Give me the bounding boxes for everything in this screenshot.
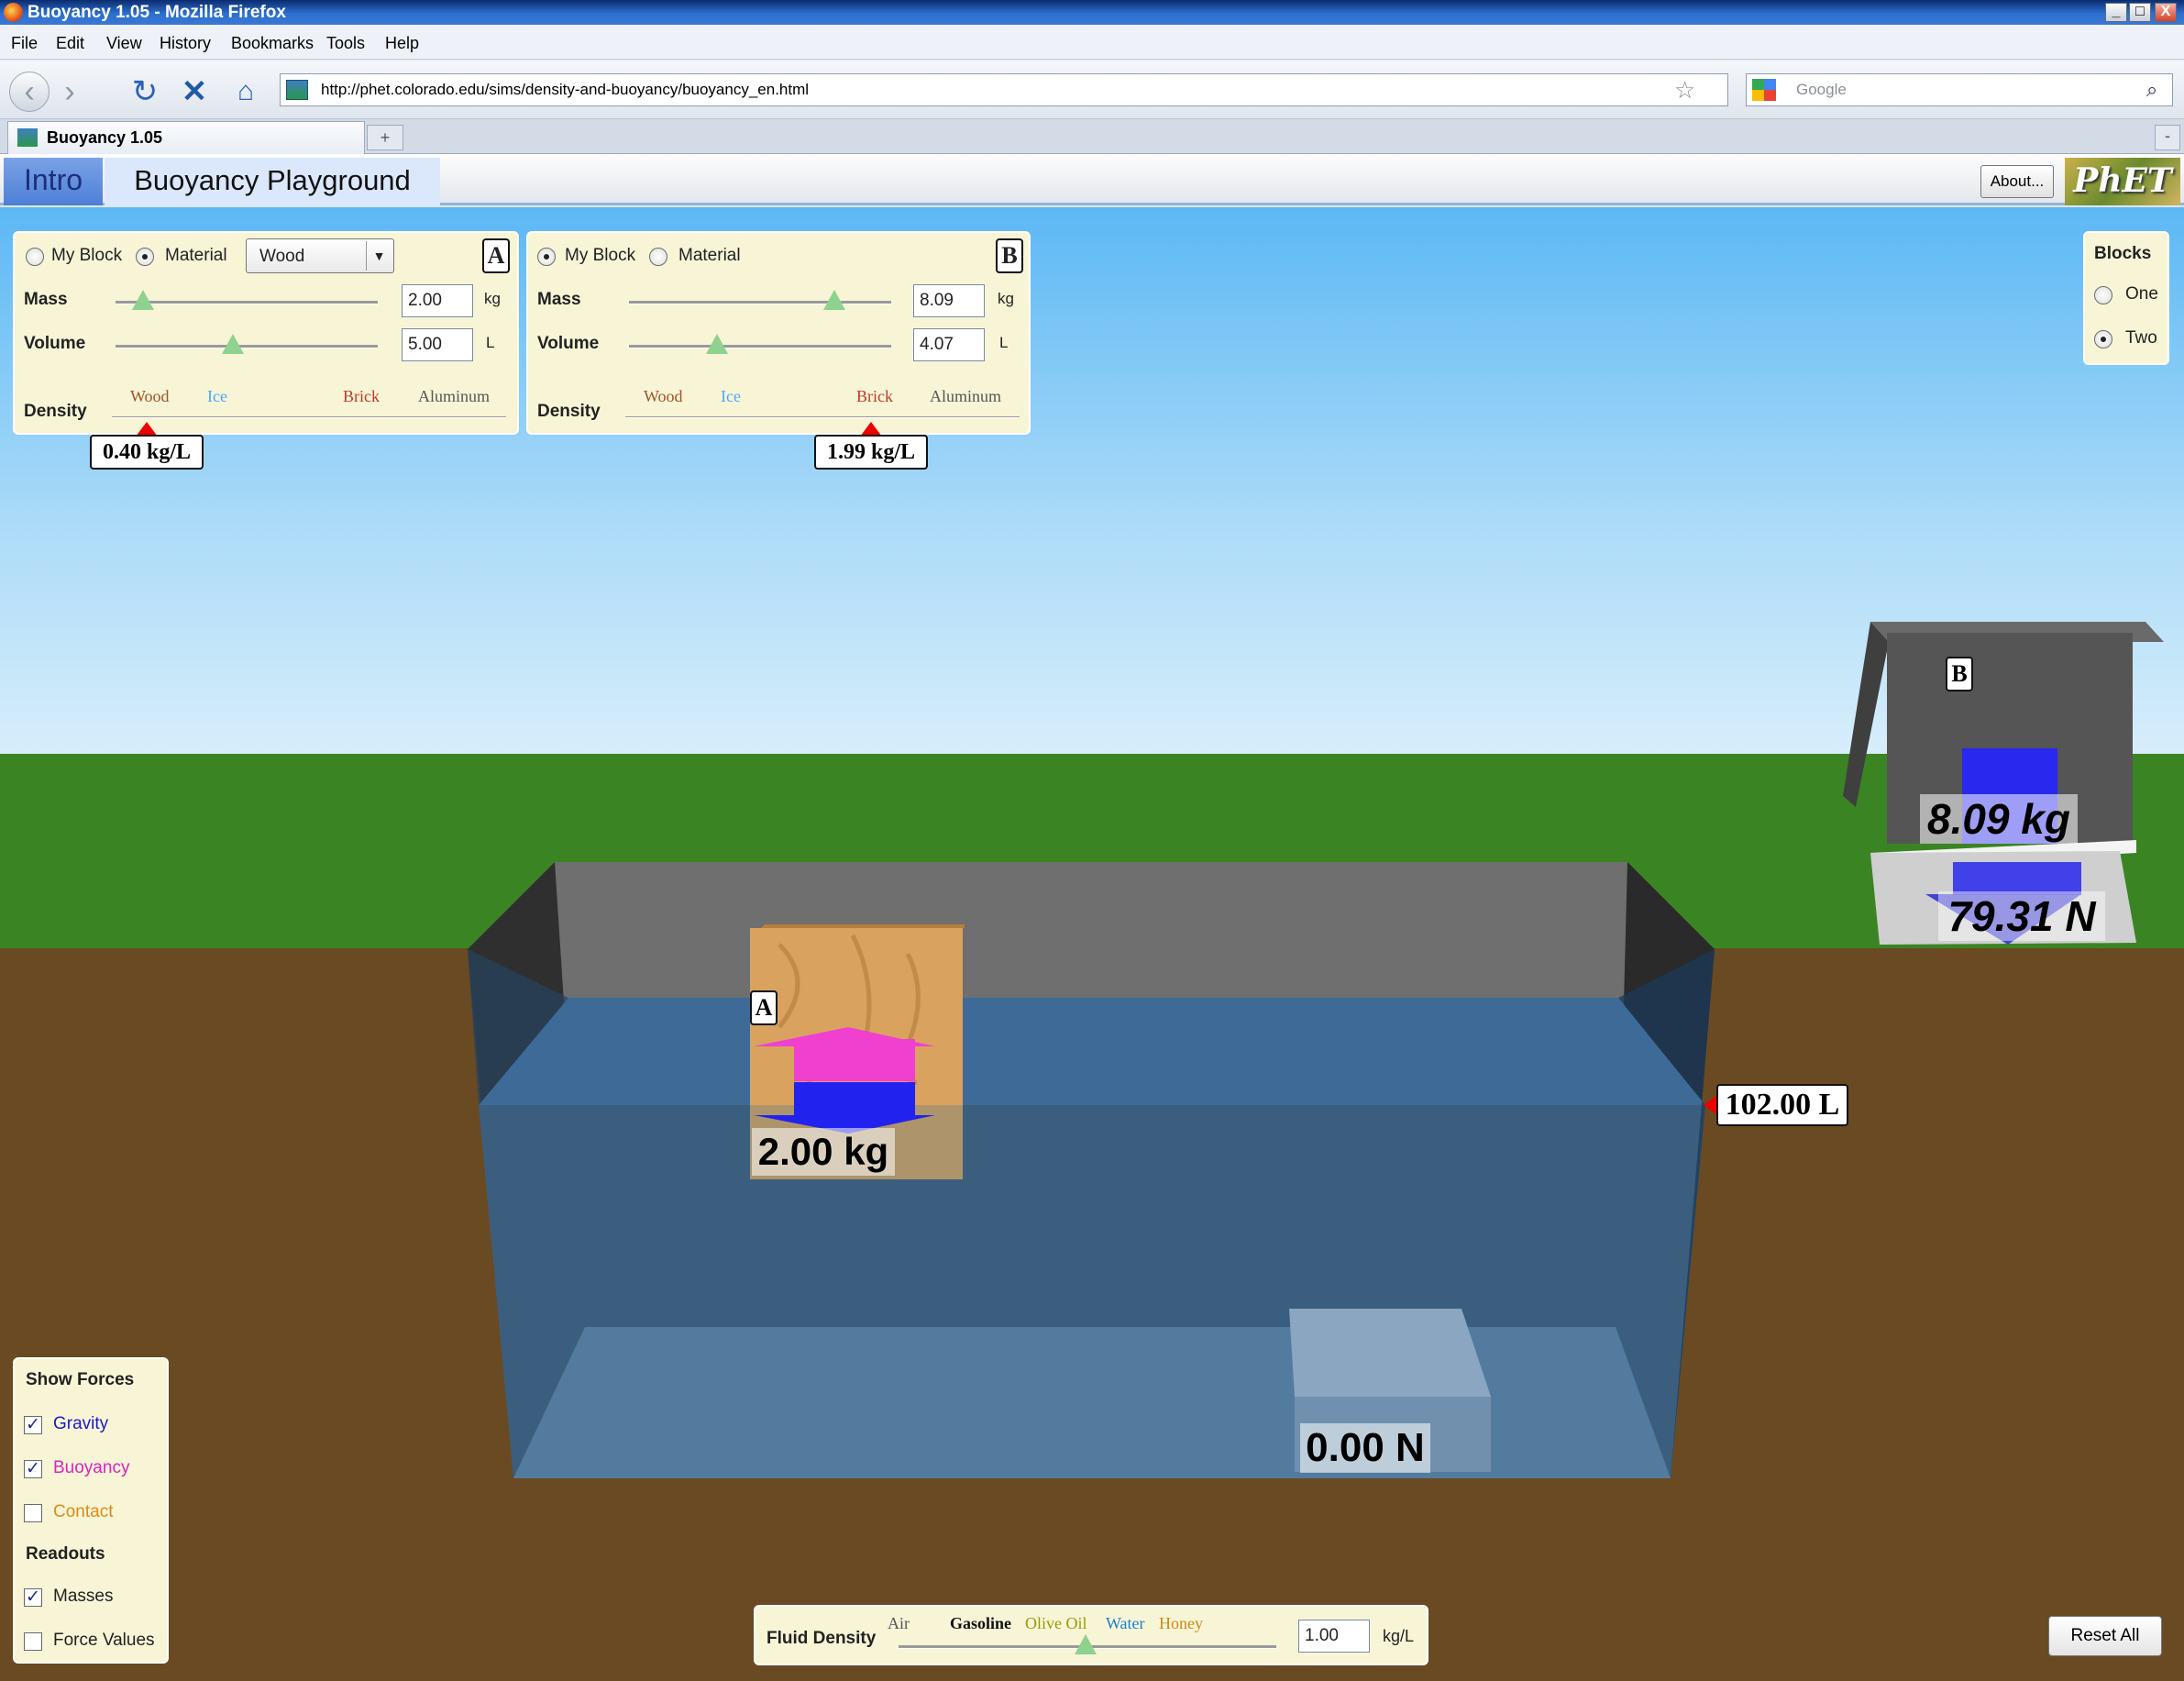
block-b-mass-readout: 8.09 kg (1920, 794, 2078, 844)
buoyancy-label: Buoyancy (53, 1458, 130, 1477)
fluid-mark-gasoline: Gasoline (950, 1614, 1012, 1632)
block-a-material-value: Wood (259, 247, 305, 266)
blocks-two-label: Two (2125, 328, 2157, 348)
blocks-one-label: One (2125, 284, 2158, 304)
chevron-down-icon: ▼ (366, 241, 392, 271)
block-a-volume-slider[interactable] (222, 334, 244, 354)
force-values-checkbox[interactable] (24, 1632, 42, 1651)
block-a-mass-unit: kg (484, 290, 501, 307)
block-a-volume-track (116, 345, 378, 348)
fluid-density-panel: Fluid Density Air Gasoline Olive Oil Wat… (754, 1605, 1428, 1665)
gravity-label: Gravity (53, 1414, 109, 1433)
block-a-volume-label: Volume (24, 334, 86, 353)
masses-checkbox[interactable]: ✓ (24, 1588, 42, 1607)
block-b-mass-label: Mass (537, 290, 581, 309)
block-a-material-dropdown[interactable]: Wood ▼ (246, 238, 394, 273)
block-b-volume-label: Volume (537, 334, 600, 353)
block-b-label: B (1946, 657, 1973, 691)
block-a-material-label: Material (165, 246, 227, 265)
block-b-volume-slider[interactable] (706, 334, 728, 354)
fluid-mark-olive-oil: Olive Oil (1025, 1614, 1087, 1632)
block-b-material-label: Material (678, 246, 741, 265)
masses-label: Masses (53, 1587, 114, 1606)
show-forces-panel: Show Forces ✓ Gravity ✓ Buoyancy Contact… (13, 1357, 169, 1664)
block-b-density-track (625, 416, 1020, 418)
block-b-mass-unit: kg (998, 290, 1014, 307)
contact-label: Contact (53, 1502, 114, 1521)
block-b-my-block-radio[interactable] (537, 248, 556, 266)
density-mark-brick: Brick (856, 387, 893, 405)
density-mark-ice: Ice (721, 387, 741, 405)
block-b-volume-unit: L (999, 334, 1009, 351)
block-b-scale-readout: 79.31 N (1938, 891, 2105, 941)
block-a-my-block-label: My Block (51, 246, 123, 265)
block-a-mass-label: Mass (24, 290, 68, 309)
block-b-panel-label: B (996, 238, 1023, 273)
block-a-mass-readout: 2.00 kg (752, 1128, 895, 1176)
block-a-panel: My Block Material Wood ▼ A Mass 2.00 kg … (13, 231, 519, 435)
fluid-density-field[interactable]: 1.00 (1298, 1620, 1370, 1653)
block-b-density-label: Density (537, 402, 601, 421)
show-forces-title: Show Forces (26, 1370, 135, 1389)
blocks-title: Blocks (2094, 244, 2152, 263)
density-mark-aluminum: Aluminum (930, 387, 1002, 405)
density-mark-aluminum: Aluminum (418, 387, 491, 405)
pool-volume-readout: 102.00 L (1716, 1084, 1848, 1126)
pool-floor (513, 1327, 1671, 1478)
fluid-mark-honey: Honey (1159, 1614, 1203, 1632)
block-a-my-block-radio[interactable] (26, 248, 44, 266)
block-a-density-label: Density (24, 402, 87, 421)
blocks-panel: Blocks One Two (2083, 231, 2169, 365)
fluid-density-title: Fluid Density (767, 1629, 877, 1648)
water-surface (479, 998, 1705, 1105)
gravity-checkbox[interactable]: ✓ (24, 1416, 42, 1434)
block-a-density-readout: 0.40 kg/L (90, 435, 204, 470)
pool-scale-readout: 0.00 N (1300, 1423, 1430, 1473)
block-a-mass-field[interactable]: 2.00 (402, 284, 473, 317)
block-b-mass-track (629, 301, 891, 304)
browser-window: Buoyancy 1.05 - Mozilla Firefox _ □ X Fi… (0, 0, 2184, 1681)
pool-scale-top (1289, 1309, 1491, 1397)
fluid-density-slider[interactable] (1075, 1634, 1097, 1654)
blocks-two-radio[interactable] (2094, 330, 2112, 348)
block-b-volume-track (629, 345, 891, 348)
density-mark-wood: Wood (130, 387, 170, 405)
gravity-arrow (794, 1082, 915, 1117)
block-a-volume-field[interactable]: 5.00 (402, 328, 473, 361)
density-mark-ice: Ice (207, 387, 227, 405)
block-b-panel: My Block Material B Mass 8.09 kg Volume … (526, 231, 1031, 435)
block-b-material-radio[interactable] (649, 248, 667, 266)
block-a-density-track (112, 416, 506, 418)
buoyancy-checkbox[interactable]: ✓ (24, 1460, 42, 1478)
fluid-mark-water: Water (1106, 1614, 1145, 1632)
block-a-mass-slider[interactable] (132, 290, 154, 310)
density-mark-brick: Brick (343, 387, 380, 405)
block-a-panel-label: A (482, 238, 510, 273)
density-mark-wood: Wood (644, 387, 683, 405)
fluid-density-unit: kg/L (1383, 1627, 1415, 1645)
reset-all-button[interactable]: Reset All (2048, 1616, 2162, 1656)
blocks-one-radio[interactable] (2094, 286, 2112, 304)
block-a-volume-unit: L (486, 334, 495, 351)
readouts-title: Readouts (26, 1544, 105, 1564)
fluid-mark-air: Air (888, 1614, 910, 1632)
block-b-mass-field[interactable]: 8.09 (913, 284, 985, 317)
block-a-material-radio[interactable] (136, 248, 154, 266)
block-b-density-readout: 1.99 kg/L (814, 435, 928, 470)
block-a-mass-track (116, 301, 378, 304)
block-b-volume-field[interactable]: 4.07 (913, 328, 985, 361)
block-b-mass-slider[interactable] (823, 290, 845, 310)
block-a-label: A (750, 990, 778, 1025)
block-b-my-block-label: My Block (565, 246, 636, 265)
contact-checkbox[interactable] (24, 1504, 42, 1522)
force-values-label: Force Values (53, 1631, 155, 1650)
